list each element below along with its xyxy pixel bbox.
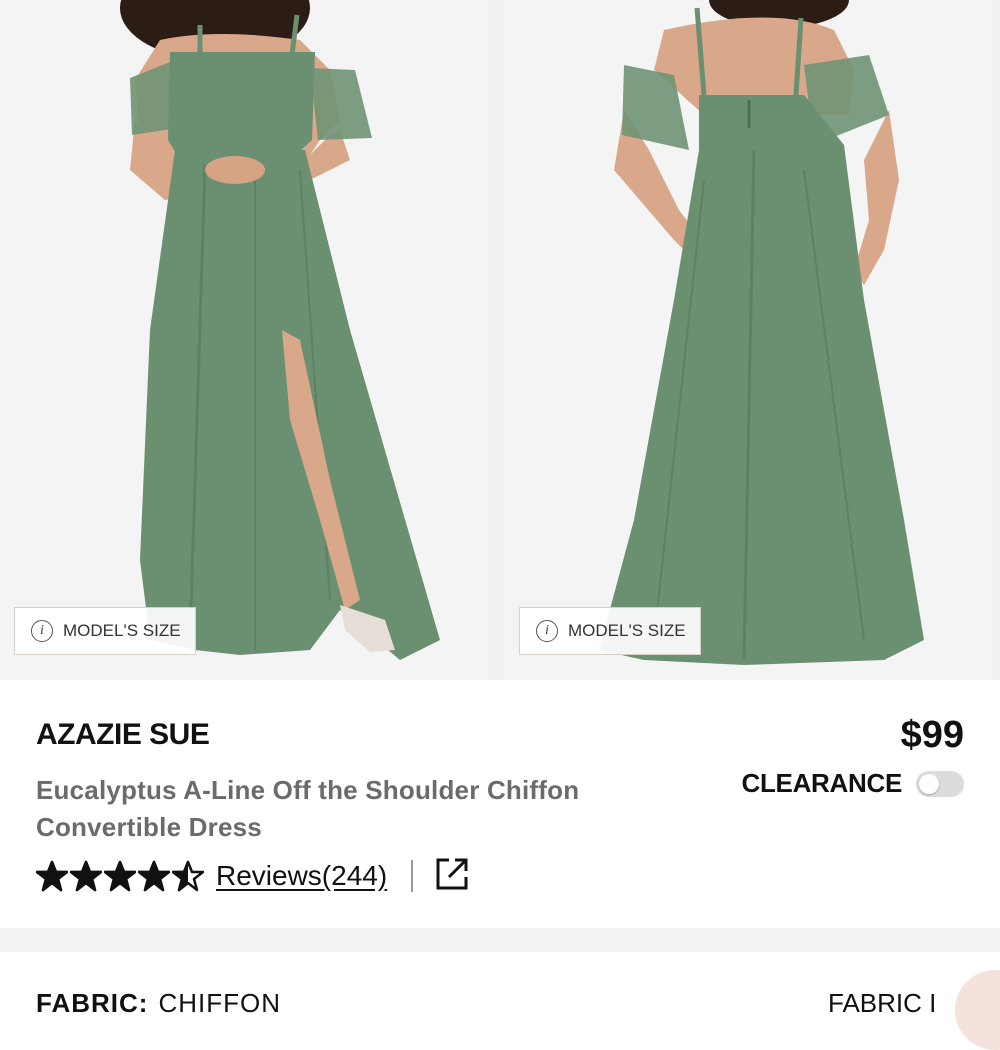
brand-name: AZAZIE SUE bbox=[36, 718, 210, 751]
info-icon: i bbox=[31, 620, 53, 642]
floating-action-button[interactable] bbox=[955, 970, 1000, 1050]
fabric-info: FABRIC: CHIFFON bbox=[36, 988, 281, 1019]
toggle-knob bbox=[919, 773, 939, 794]
section-separator bbox=[0, 928, 1000, 952]
reviews-link[interactable]: Reviews(244) bbox=[216, 860, 387, 892]
model-size-label: MODEL'S SIZE bbox=[568, 621, 686, 640]
product-gallery[interactable]: i MODEL'S SIZE i MODEL'S SIZE bbox=[0, 0, 1000, 680]
divider bbox=[411, 860, 414, 892]
dress-front-illustration bbox=[120, 0, 440, 660]
star-icon bbox=[36, 860, 68, 892]
clearance-toggle-row: CLEARANCE bbox=[741, 768, 964, 799]
clearance-toggle[interactable] bbox=[916, 770, 964, 797]
external-link-icon[interactable] bbox=[435, 857, 469, 896]
star-icon bbox=[70, 860, 102, 892]
star-icon bbox=[104, 860, 136, 892]
model-size-label: MODEL'S SIZE bbox=[63, 621, 181, 640]
fabric-secondary-label: FABRIC I bbox=[828, 988, 937, 1018]
model-size-button[interactable]: i MODEL'S SIZE bbox=[519, 607, 701, 655]
star-rating bbox=[36, 860, 204, 892]
fabric-label: FABRIC: bbox=[36, 988, 149, 1018]
clearance-label: CLEARANCE bbox=[741, 768, 902, 798]
star-icon bbox=[138, 860, 170, 892]
product-title: Eucalyptus A-Line Off the Shoulder Chiff… bbox=[36, 775, 580, 842]
rating-row: Reviews(244) bbox=[36, 856, 469, 896]
product-image-front[interactable] bbox=[0, 0, 488, 680]
star-icon bbox=[172, 860, 204, 892]
info-icon: i bbox=[536, 620, 558, 642]
product-price: $99 bbox=[900, 714, 964, 756]
fabric-value: CHIFFON bbox=[158, 988, 281, 1018]
dress-back-illustration bbox=[599, 0, 924, 665]
product-image-back[interactable] bbox=[504, 0, 992, 680]
model-size-button[interactable]: i MODEL'S SIZE bbox=[14, 607, 196, 655]
